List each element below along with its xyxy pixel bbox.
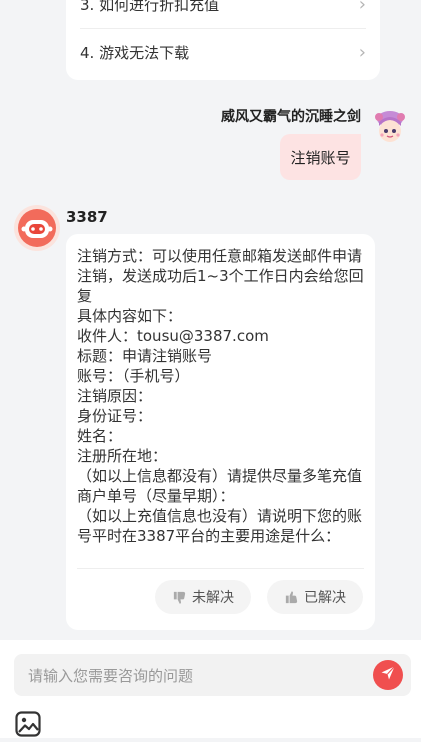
solved-label: 已解决 bbox=[304, 590, 346, 606]
input-box bbox=[14, 654, 411, 698]
bot-message-text: 注销方式：可以使用任意邮箱发送邮件申请注销，发送成功后1~3个工作日内会给您回复… bbox=[77, 246, 369, 546]
faq-item-game-download[interactable]: 4. 游戏无法下载 › bbox=[80, 28, 366, 76]
image-icon bbox=[14, 711, 42, 742]
message-line: 具体内容如下： bbox=[77, 307, 183, 325]
bot-name: 3387 bbox=[66, 208, 108, 226]
unsolved-label: 未解决 bbox=[192, 590, 234, 606]
faq-item-discount-recharge[interactable]: 3. 如何进行折扣充值 › bbox=[80, 0, 366, 29]
message-line: 账号：（手机号） bbox=[77, 367, 190, 385]
faq-card: 3. 如何进行折扣充值 › 4. 游戏无法下载 › bbox=[66, 0, 380, 80]
faq-item-label: 3. 如何进行折扣充值 bbox=[80, 0, 220, 14]
solved-button[interactable]: 已解决 bbox=[267, 580, 363, 614]
send-icon bbox=[380, 665, 396, 685]
user-avatar[interactable] bbox=[373, 110, 407, 144]
question-input[interactable] bbox=[26, 654, 370, 698]
unsolved-button[interactable]: 未解决 bbox=[155, 580, 251, 614]
message-line: （如以上信息都没有）请提供尽量多笔充值商户单号（尽量早期）： bbox=[77, 467, 363, 505]
bot-avatar bbox=[13, 204, 61, 252]
message-line: 收件人：tousu@3387.com bbox=[77, 327, 269, 345]
chevron-right-icon: › bbox=[358, 41, 366, 63]
thumbs-down-icon bbox=[172, 590, 187, 605]
composer-bar bbox=[0, 640, 421, 738]
divider bbox=[77, 568, 364, 569]
user-name: 威风又霸气的沉睡之剑 bbox=[221, 109, 361, 125]
thumbs-up-icon bbox=[284, 590, 299, 605]
message-line: 注销原因： bbox=[77, 387, 153, 405]
image-upload-button[interactable] bbox=[14, 710, 42, 738]
chevron-right-icon: › bbox=[358, 0, 366, 15]
message-line: 身份证号： bbox=[77, 407, 153, 425]
send-button[interactable] bbox=[373, 660, 403, 690]
user-message-bubble: 注销账号 bbox=[280, 134, 361, 180]
message-line: 标题：申请注销账号 bbox=[77, 347, 213, 365]
user-message-text: 注销账号 bbox=[290, 148, 351, 167]
message-line: 姓名： bbox=[77, 427, 123, 445]
message-line: 注销方式：可以使用任意邮箱发送邮件申请注销，发送成功后1~3个工作日内会给您回复 bbox=[77, 247, 364, 305]
message-line: （如以上充值信息也没有）请说明下您的账号平时在3387平台的主要用途是什么： bbox=[77, 507, 363, 545]
bot-message-card: 注销方式：可以使用任意邮箱发送邮件申请注销，发送成功后1~3个工作日内会给您回复… bbox=[66, 234, 375, 630]
faq-item-label: 4. 游戏无法下载 bbox=[80, 43, 190, 62]
message-line: 注册所在地： bbox=[77, 447, 168, 465]
